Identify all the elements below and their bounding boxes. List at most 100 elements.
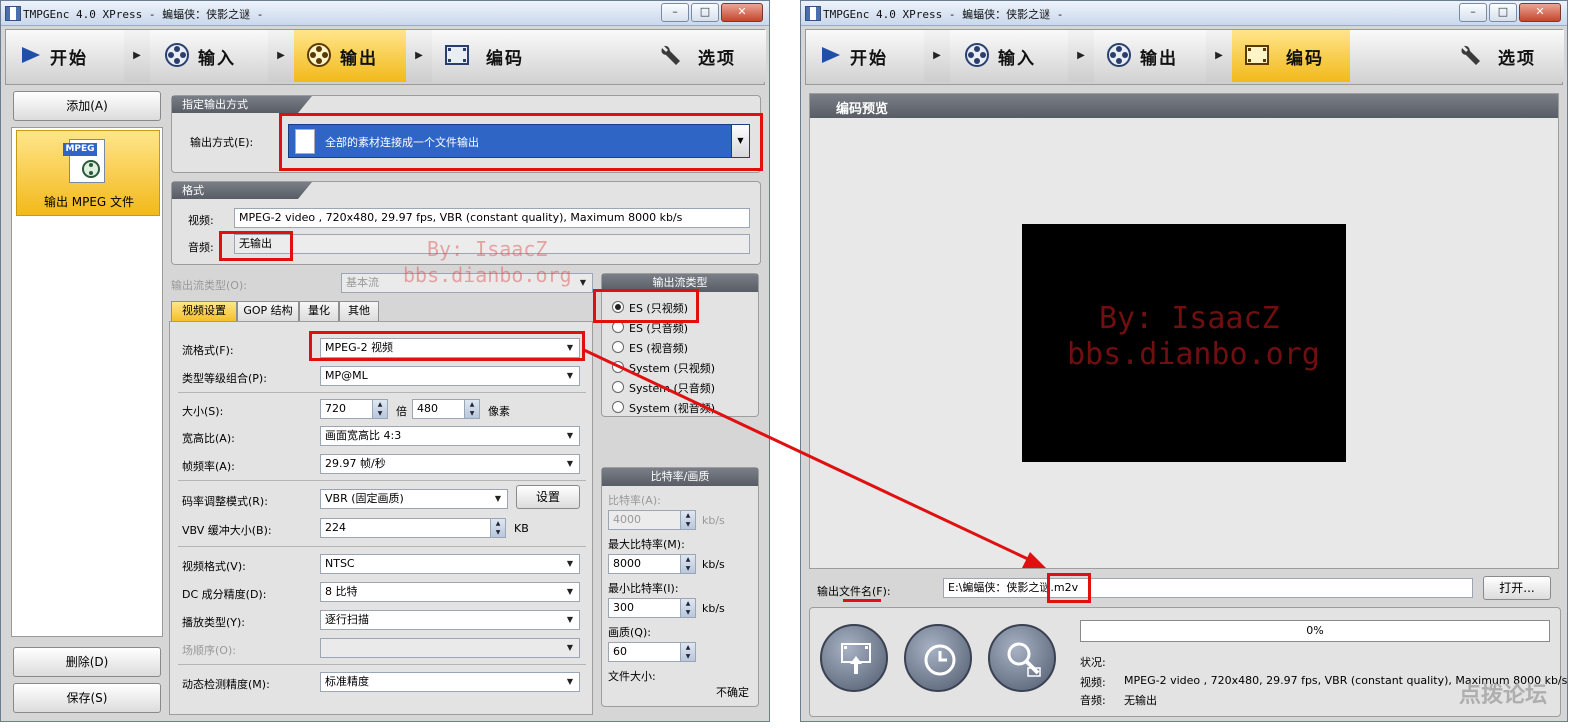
ratecontrol-label: 码率调整模式(R): [182, 495, 268, 508]
vbv-label: VBV 缓冲大小(B): [182, 524, 272, 537]
right-title-bar: TMPGEnc 4.0 XPress - 蝙蝠侠：侠影之谜 - – □ ✕ [801, 1, 1567, 26]
toolbar-options-button[interactable]: 选项 [652, 30, 766, 82]
toolbar-encode-button[interactable]: 编码 [1232, 30, 1351, 82]
stream-type-label: 输出流类型(O): [171, 279, 247, 292]
toolbar-output-button[interactable]: 输出 [294, 30, 407, 82]
minimize-button[interactable]: – [661, 3, 689, 22]
chevron-down-icon: ▼ [566, 643, 574, 652]
film-reel-icon [307, 43, 331, 67]
save-button[interactable]: 保存(S) [13, 683, 161, 713]
highlight-es-video [593, 289, 699, 323]
arrow-right-icon: ▶ [924, 30, 951, 82]
encode-start-button[interactable] [820, 624, 888, 692]
scan-select[interactable]: 逐行扫描 ▼ [320, 610, 580, 630]
height-stepper[interactable]: 480 ▲ ▼ [412, 399, 480, 419]
arrow-right-icon: ▶ [1068, 30, 1095, 82]
toolbar-input-button[interactable]: 输入 [150, 30, 269, 82]
max-bitrate-stepper[interactable]: 8000 ▲ ▼ [608, 554, 696, 574]
divider [178, 664, 586, 665]
delete-button[interactable]: 删除(D) [13, 647, 161, 677]
profile-label: 类型等级组合(P): [182, 372, 267, 385]
minimize-button[interactable]: – [1459, 3, 1487, 22]
stepper-arrows-icon[interactable]: ▲ ▼ [464, 400, 479, 418]
stepper-arrows-icon[interactable]: ▲ ▼ [680, 555, 695, 573]
encode-audio-value: 无输出 [1124, 694, 1157, 707]
pixels-label: 像素 [488, 405, 510, 418]
framerate-select[interactable]: 29.97 帧/秒 ▼ [320, 454, 580, 474]
mpeg-file-icon: MPEG [63, 139, 109, 183]
min-bitrate-stepper[interactable]: 300 ▲ ▼ [608, 598, 696, 618]
tab-gop-structure[interactable]: GOP 结构 [237, 301, 299, 321]
chevron-down-icon: ▼ [494, 494, 502, 503]
ratecontrol-select[interactable]: VBR (固定画质) ▼ [320, 489, 508, 509]
encode-audio-label: 音频: [1080, 694, 1106, 707]
browse-button[interactable]: 打开... [1483, 576, 1551, 600]
toolbar-input-button[interactable]: 输入 [950, 30, 1069, 82]
output-file-input[interactable]: E:\蝙蝠侠：侠影之谜.m2v [943, 578, 1473, 598]
stream-option-es-av[interactable]: ES (视音频) [612, 340, 688, 356]
output-mpeg-item[interactable]: MPEG 输出 MPEG 文件 [16, 130, 160, 216]
maximize-button[interactable]: □ [691, 3, 719, 22]
fieldorder-label: 场顺序(O): [182, 644, 236, 657]
clock-icon [924, 644, 956, 676]
stream-option-system-video[interactable]: System (只视频) [612, 360, 715, 376]
dc-select[interactable]: 8 比特 ▼ [320, 582, 580, 602]
film-reel-icon [82, 160, 100, 178]
arrow-right-icon: ▶ [406, 30, 433, 82]
highlight-file-extension [1047, 573, 1091, 603]
width-stepper[interactable]: 720 ▲ ▼ [320, 399, 388, 419]
filesize-label: 文件大小: [608, 670, 656, 683]
watermark-site: bbs.dianbo.org [403, 263, 572, 287]
settings-button[interactable]: 设置 [516, 485, 580, 509]
app-icon [805, 6, 821, 21]
arrow-right-icon: ▶ [1206, 30, 1233, 82]
motion-label: 动态检测精度(M): [182, 678, 270, 691]
quality-stepper[interactable]: 60 ▲ ▼ [608, 642, 696, 662]
tab-other[interactable]: 其他 [339, 301, 379, 321]
arrow-right-icon: ▶ [268, 30, 295, 82]
radio-icon [612, 341, 624, 353]
maximize-button[interactable]: □ [1489, 3, 1517, 22]
close-button[interactable]: ✕ [721, 3, 763, 22]
watermark-author: By: IsaacZ [1099, 301, 1280, 336]
spacer [550, 30, 653, 82]
toolbar-encode-button[interactable]: 编码 [432, 30, 551, 82]
divider [178, 546, 586, 547]
toolbar-output-button[interactable]: 输出 [1094, 30, 1207, 82]
videoformat-select[interactable]: NTSC ▼ [320, 554, 580, 574]
toolbar-start-button[interactable]: 开始 [806, 30, 925, 82]
add-button[interactable]: 添加(A) [13, 91, 161, 121]
divider [178, 392, 586, 393]
chevron-down-icon: ▼ [566, 431, 574, 440]
aspect-select[interactable]: 画面宽高比 4:3 ▼ [320, 426, 580, 446]
preview-toggle-button[interactable] [988, 624, 1056, 692]
stepper-arrows-icon[interactable]: ▲ ▼ [490, 519, 505, 537]
stepper-arrows-icon[interactable]: ▲ ▼ [372, 400, 387, 418]
bitrate-unit: kb/s [702, 514, 725, 527]
stepper-arrows-icon[interactable]: ▲ ▼ [680, 643, 695, 661]
close-button[interactable]: ✕ [1519, 3, 1561, 22]
aspect-label: 宽高比(A): [182, 432, 235, 445]
toolbar-options-button[interactable]: 选项 [1452, 30, 1564, 82]
max-bitrate-label: 最大比特率(M): [608, 538, 685, 551]
format-video-value: MPEG-2 video , 720x480, 29.97 fps, VBR (… [234, 208, 750, 228]
vbv-stepper[interactable]: 224 ▲ ▼ [320, 518, 506, 538]
format-header: 格式 [172, 182, 312, 199]
left-title-bar: TMPGEnc 4.0 XPress - 蝙蝠侠：侠影之谜 - – □ ✕ [1, 1, 769, 26]
motion-select[interactable]: 标准精度 ▼ [320, 672, 580, 692]
progress-bar: 0% [1080, 620, 1550, 642]
chevron-down-icon: ▼ [566, 677, 574, 686]
tab-video-settings[interactable]: 视频设置 [171, 301, 237, 321]
stream-option-system-av[interactable]: System (视音频) [612, 400, 715, 416]
format-audio-label: 音频: [188, 241, 214, 254]
profile-select[interactable]: MP@ML ▼ [320, 366, 580, 386]
highlight-stream-format [309, 331, 585, 361]
tab-quantization[interactable]: 量化 [299, 301, 339, 321]
schedule-button[interactable] [904, 624, 972, 692]
vbv-unit: KB [514, 522, 529, 535]
stepper-arrows-icon[interactable]: ▲ ▼ [680, 599, 695, 617]
toolbar-start-button[interactable]: 开始 [6, 30, 125, 82]
film-strip-icon [445, 45, 469, 65]
stream-option-system-audio[interactable]: System (只音频) [612, 380, 715, 396]
wrench-icon [1461, 45, 1480, 65]
